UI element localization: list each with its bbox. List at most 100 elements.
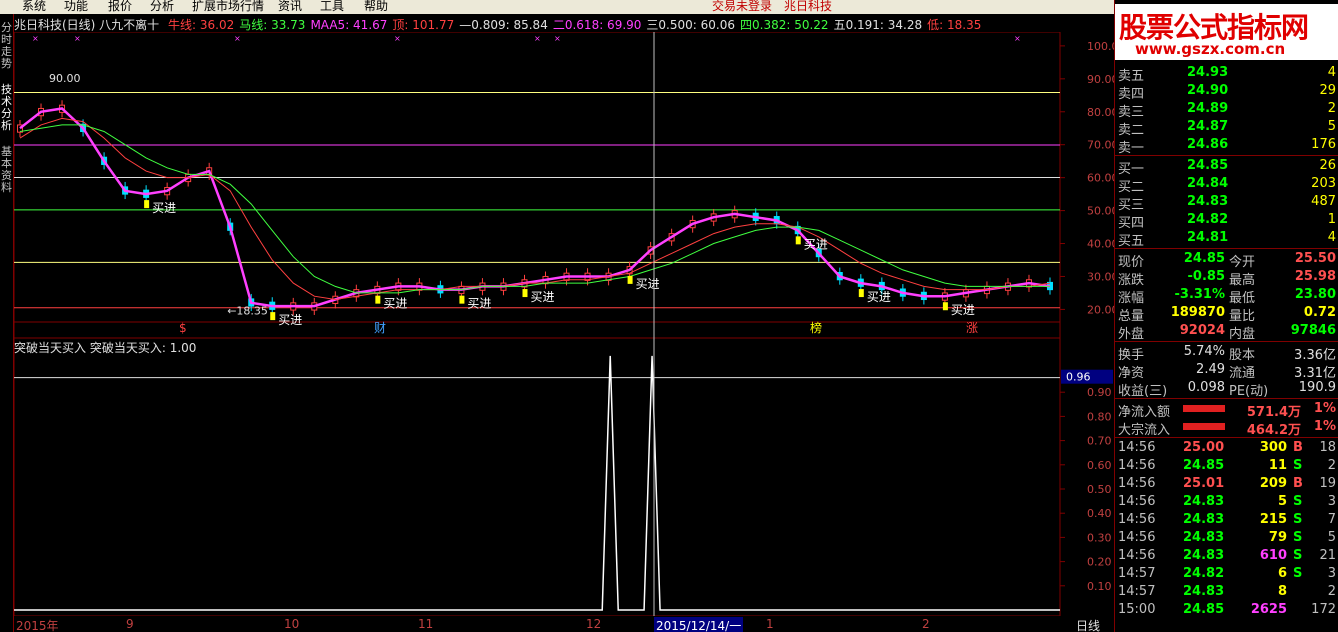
ask-row: 卖二 24.87 5	[1115, 118, 1338, 138]
y-tick-label: 30.00	[1087, 270, 1114, 283]
trade-login-status[interactable]: 交易未登录	[712, 0, 772, 14]
bid-volume: 203	[1311, 176, 1336, 191]
quote-row: 外盘 92024 内盘 97846	[1115, 322, 1338, 342]
tick-row: 14:56 25.00 300 B 18	[1115, 439, 1338, 457]
tick-time: 15:00	[1118, 602, 1156, 617]
indicator-5: 二0.618: 69.90	[552, 18, 642, 32]
menu-system[interactable]: 系统	[22, 0, 46, 14]
bid-row: 买四 24.82 1	[1115, 211, 1338, 231]
tick-direction: B	[1293, 440, 1303, 455]
menu-tools[interactable]: 工具	[320, 0, 344, 14]
quote-row: 总量 189870 量比 0.72	[1115, 304, 1338, 324]
indicator-8: 五0.191: 34.28	[833, 18, 923, 32]
menu-extended-market[interactable]: 扩展市场行情	[192, 0, 264, 14]
sub-y-highlight-value: 0.96	[1066, 371, 1091, 384]
x-axis-cursor-date: 2015/12/14/一	[654, 617, 744, 632]
tick-time: 14:56	[1118, 440, 1156, 455]
ask-row: 卖四 24.90 29	[1115, 82, 1338, 102]
current-stock-name: 兆日科技	[784, 0, 833, 13]
main-kline-chart[interactable]: 100.00 90.00 80.00 70.00 60.00 50.00 40.00 30.0…	[14, 32, 1114, 338]
bid-row: 买一 24.85 26	[1115, 157, 1338, 177]
fundamental-row: 换手 5.74% 股本 3.36亿	[1115, 343, 1338, 363]
quote-row: 现价 24.85 今开 25.50	[1115, 250, 1338, 270]
fundamental-label-2: PE(动)	[1229, 384, 1269, 399]
ask-row: 卖一 24.86 176	[1115, 136, 1338, 156]
buy-signal-marker	[858, 289, 864, 298]
quote-value-2: 25.98	[1294, 269, 1336, 284]
tick-time: 14:57	[1118, 566, 1156, 581]
x-axis-label: 12	[586, 617, 602, 631]
ask-price: 24.87	[1187, 119, 1229, 134]
top-x-marker: ×	[234, 34, 241, 43]
tick-volume: 610	[1259, 548, 1287, 563]
sub-indicator-chart[interactable]: 0.90 0.80 0.70 0.60 0.50 0.40 0.30 0.20 0.10 0.96	[14, 338, 1114, 616]
buy-signal-marker	[375, 295, 381, 304]
buy-signal-marker	[522, 289, 528, 298]
quote-value-2: 25.50	[1294, 251, 1336, 266]
buy-signal-marker	[459, 295, 465, 304]
sub-y-tick-label: 0.10	[1087, 580, 1112, 593]
sub-indicator-label: 突破当天买入	[89, 341, 162, 355]
panel-separator	[1115, 155, 1338, 156]
menu-news[interactable]: 资讯	[278, 0, 302, 14]
quote-label-2: 内盘	[1229, 327, 1256, 342]
menu-quote[interactable]: 报价	[108, 0, 132, 14]
tick-price: 24.83	[1183, 584, 1225, 599]
indicator-3: 顶: 101.77	[392, 18, 455, 32]
tick-time: 14:56	[1118, 494, 1156, 509]
bid-row: 买三 24.83 487	[1115, 193, 1338, 213]
sub-indicator-value: 1.00	[169, 341, 197, 355]
period-label[interactable]: 日线	[1076, 617, 1100, 632]
menu-function[interactable]: 功能	[64, 0, 88, 14]
tick-volume: 2625	[1250, 602, 1287, 617]
event-marker: $	[179, 321, 187, 335]
capital-flow-row: 净流入额 571.4万 1%	[1115, 400, 1338, 420]
tick-count: 3	[1327, 494, 1336, 509]
ask-row: 卖三 24.89 2	[1115, 100, 1338, 120]
indicator-1: 马线: 33.73	[239, 18, 306, 32]
y-tick-label: 40.00	[1087, 238, 1114, 251]
fundamental-row: 净资 2.49 流通 3.31亿	[1115, 361, 1338, 381]
quote-value: 92024	[1179, 323, 1225, 338]
tick-row: 14:56 24.83 79 S 5	[1115, 529, 1338, 547]
y-tick-label: 100.00	[1087, 40, 1114, 53]
ask-volume: 176	[1311, 137, 1336, 152]
tick-row: 14:56 24.85 11 S 2	[1115, 457, 1338, 475]
tick-time: 14:56	[1118, 476, 1156, 491]
tick-price: 24.83	[1183, 494, 1225, 509]
bid-price: 24.85	[1187, 158, 1229, 173]
tick-time: 14:56	[1118, 512, 1156, 527]
low-price-label: ←18.35	[227, 304, 268, 317]
menu-analysis[interactable]: 分析	[150, 0, 174, 14]
tab-technical[interactable]: 技术分析	[0, 84, 13, 132]
indicator-4: —0.809: 85.84	[459, 18, 548, 32]
quote-value-2: 23.80	[1294, 287, 1336, 302]
flow-bar	[1183, 405, 1225, 412]
panel-separator	[1115, 341, 1338, 342]
tab-fundamentals[interactable]: 基本资料	[0, 146, 13, 194]
bid-volume: 487	[1311, 194, 1336, 209]
y-tick-label: 50.00	[1087, 205, 1114, 218]
menu-help[interactable]: 帮助	[364, 0, 388, 14]
x-axis-label: 2015年	[16, 619, 59, 632]
tick-row: 14:57 24.83 8 2	[1115, 583, 1338, 601]
tick-row: 14:56 24.83 5 S 3	[1115, 493, 1338, 511]
indicator-values: 牛线: 36.02 马线: 33.73 MAA5: 41.67 顶: 101.77 —0…	[168, 18, 986, 32]
bid-row: 买五 24.81 4	[1115, 229, 1338, 249]
tick-count: 7	[1327, 512, 1336, 527]
buy-signal-label: 买进	[278, 313, 302, 327]
y-tick-label: 20.00	[1087, 303, 1114, 316]
buy-signal-marker	[627, 275, 633, 284]
fundamental-value: 2.49	[1196, 362, 1225, 377]
ask-price: 24.89	[1187, 101, 1229, 116]
event-marker: 榜	[810, 320, 822, 335]
tab-intraday[interactable]: 分时走势	[0, 22, 13, 70]
tick-volume: 11	[1268, 458, 1287, 473]
tick-direction: B	[1293, 476, 1303, 491]
bid-price: 24.83	[1187, 194, 1229, 209]
fundamental-value: 5.74%	[1183, 344, 1225, 359]
top-x-marker: ×	[32, 34, 39, 43]
buy-signal-marker	[270, 312, 276, 321]
tick-count: 5	[1327, 530, 1336, 545]
ask-volume: 4	[1327, 65, 1336, 80]
